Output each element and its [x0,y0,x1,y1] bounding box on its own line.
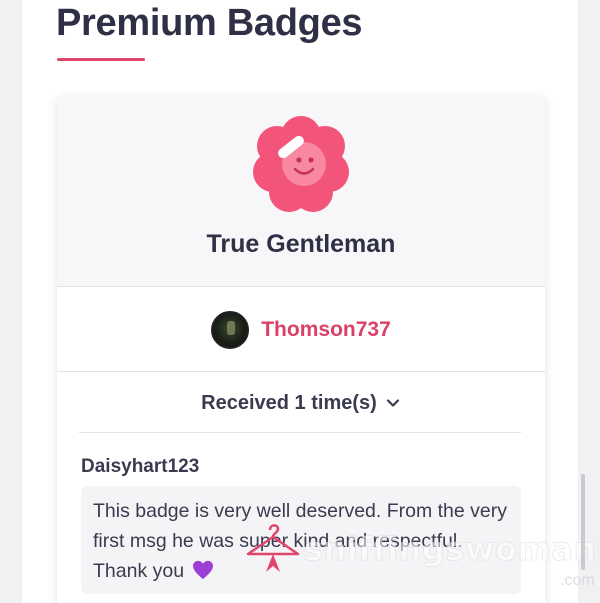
scrollbar[interactable] [581,474,585,570]
chevron-down-icon [386,399,399,407]
smiley-flower-badge-icon [253,116,349,212]
review-text: This badge is very well deserved. From t… [93,500,507,582]
review-author[interactable]: Daisyhart123 [81,456,199,478]
giver-username-link[interactable]: Thomson737 [261,318,391,342]
avatar[interactable] [211,310,250,349]
badge-card: True Gentleman Thomson737 Received 1 tim… [57,96,545,603]
divider [79,432,521,433]
received-toggle[interactable]: Received 1 time(s) [57,372,545,434]
page: Premium Badges True Gentleman Thomson737… [22,0,578,603]
review-comment: This badge is very well deserved. From t… [81,486,521,594]
title-underline [57,58,145,61]
giver-row[interactable]: Thomson737 [57,288,545,372]
page-title: Premium Badges [56,2,363,44]
badge-header: True Gentleman [57,96,545,287]
received-count-label: Received 1 time(s) [201,391,377,414]
purple-heart-icon [193,560,214,580]
badge-name: True Gentleman [206,230,396,258]
